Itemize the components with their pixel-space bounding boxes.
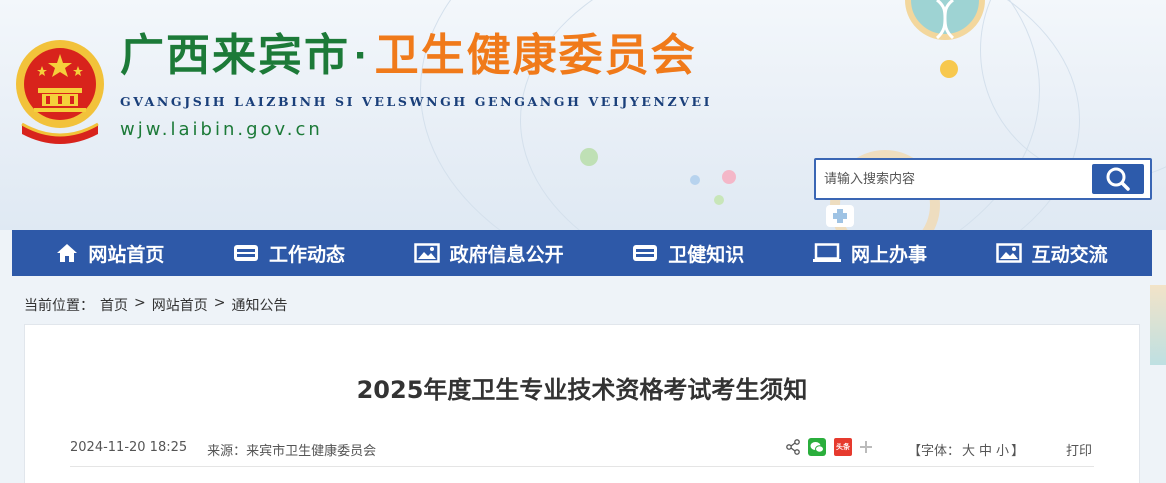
home-icon	[57, 244, 78, 262]
site-url: wjw.laibin.gov.cn	[120, 119, 323, 140]
print-button[interactable]: 打印	[1066, 440, 1092, 459]
nav-item-interaction[interactable]: 互动交流	[995, 240, 1108, 267]
font-size-small-button[interactable]: 小	[996, 444, 1009, 459]
breadcrumb-link-site-home[interactable]: 网站首页	[152, 295, 208, 315]
share-icon[interactable]	[786, 439, 800, 455]
decor-dot	[714, 195, 724, 205]
article-source: 来源：来宾市卫生健康委员会	[207, 444, 377, 459]
article-meta: 2024-11-20 18:25 来源：来宾市卫生健康委员会	[70, 440, 376, 459]
national-emblem-icon	[16, 40, 104, 144]
image-icon	[995, 243, 1022, 263]
decor-strip	[1150, 285, 1166, 365]
decor-dot	[940, 60, 958, 78]
decor-dot	[722, 170, 736, 184]
divider	[70, 466, 1094, 467]
nav-item-gov-info[interactable]: 政府信息公开	[413, 240, 564, 267]
dna-icon	[935, 0, 955, 40]
toutiao-icon-label: 头条	[836, 443, 850, 451]
breadcrumb-separator: >	[134, 295, 146, 311]
breadcrumb-separator: >	[213, 295, 226, 311]
nav-item-health-knowledge[interactable]: 卫健知识	[632, 240, 744, 267]
nav-item-home[interactable]: 网站首页	[56, 240, 164, 267]
article-title: 2025年度卫生专业技术资格考试考生须知	[356, 376, 808, 404]
nav-item-label: 互动交流	[1031, 243, 1108, 266]
search-button[interactable]	[1092, 164, 1144, 194]
share-bar: 头条	[786, 438, 872, 456]
nav-item-label: 网站首页	[88, 243, 165, 266]
wechat-icon[interactable]	[808, 438, 826, 456]
nav-item-label: 政府信息公开	[449, 243, 564, 266]
medical-cross-icon	[826, 205, 854, 227]
site-header: 广西来宾市·卫生健康委员会 GVANGJSIH LAIZBINH SI VELS…	[0, 0, 1166, 230]
nav-item-online-services[interactable]: 网上办事	[812, 240, 927, 267]
site-title-agency: 卫生健康委员会	[374, 31, 697, 80]
decor-dot	[580, 148, 598, 166]
breadcrumb: 当前位置： 首页 > 网站首页 > 通知公告	[24, 295, 287, 315]
breadcrumb-link-notices[interactable]: 通知公告	[231, 295, 287, 315]
nav-item-label: 工作动态	[268, 243, 345, 266]
news-icon	[233, 245, 258, 261]
toutiao-icon[interactable]: 头条	[834, 438, 852, 456]
font-size-large-button[interactable]: 大	[962, 444, 975, 459]
search-input[interactable]	[824, 166, 1088, 192]
decor-dot	[690, 175, 700, 185]
site-title-dot: ·	[354, 31, 371, 80]
breadcrumb-link-home[interactable]: 首页	[100, 295, 128, 315]
search-box	[814, 158, 1152, 200]
site-title: 广西来宾市·卫生健康委员会	[120, 28, 697, 84]
news-icon	[633, 245, 658, 261]
article-date: 2024-11-20 18:25	[70, 440, 188, 455]
font-size-close: 】	[1011, 444, 1025, 459]
font-size-control: 【字体：大中小】	[908, 440, 1024, 459]
monitor-icon	[812, 243, 841, 262]
nav-item-label: 网上办事	[850, 243, 927, 266]
breadcrumb-prefix: 当前位置：	[24, 298, 94, 314]
font-size-label: 【字体：	[908, 444, 961, 459]
search-icon	[1106, 167, 1130, 191]
plus-icon[interactable]	[860, 441, 872, 453]
main-nav: 网站首页 工作动态 政府信息公开 卫健知识 网上办事 互动交流	[12, 230, 1152, 276]
nav-item-work-news[interactable]: 工作动态	[233, 240, 345, 267]
image-icon	[413, 243, 440, 263]
site-title-pinyin: GVANGJSIH LAIZBINH SI VELSWNGH GENGANGH …	[120, 94, 713, 109]
site-title-city: 广西来宾市	[120, 31, 350, 80]
font-size-medium-button[interactable]: 中	[979, 444, 992, 459]
nav-item-label: 卫健知识	[668, 243, 745, 266]
